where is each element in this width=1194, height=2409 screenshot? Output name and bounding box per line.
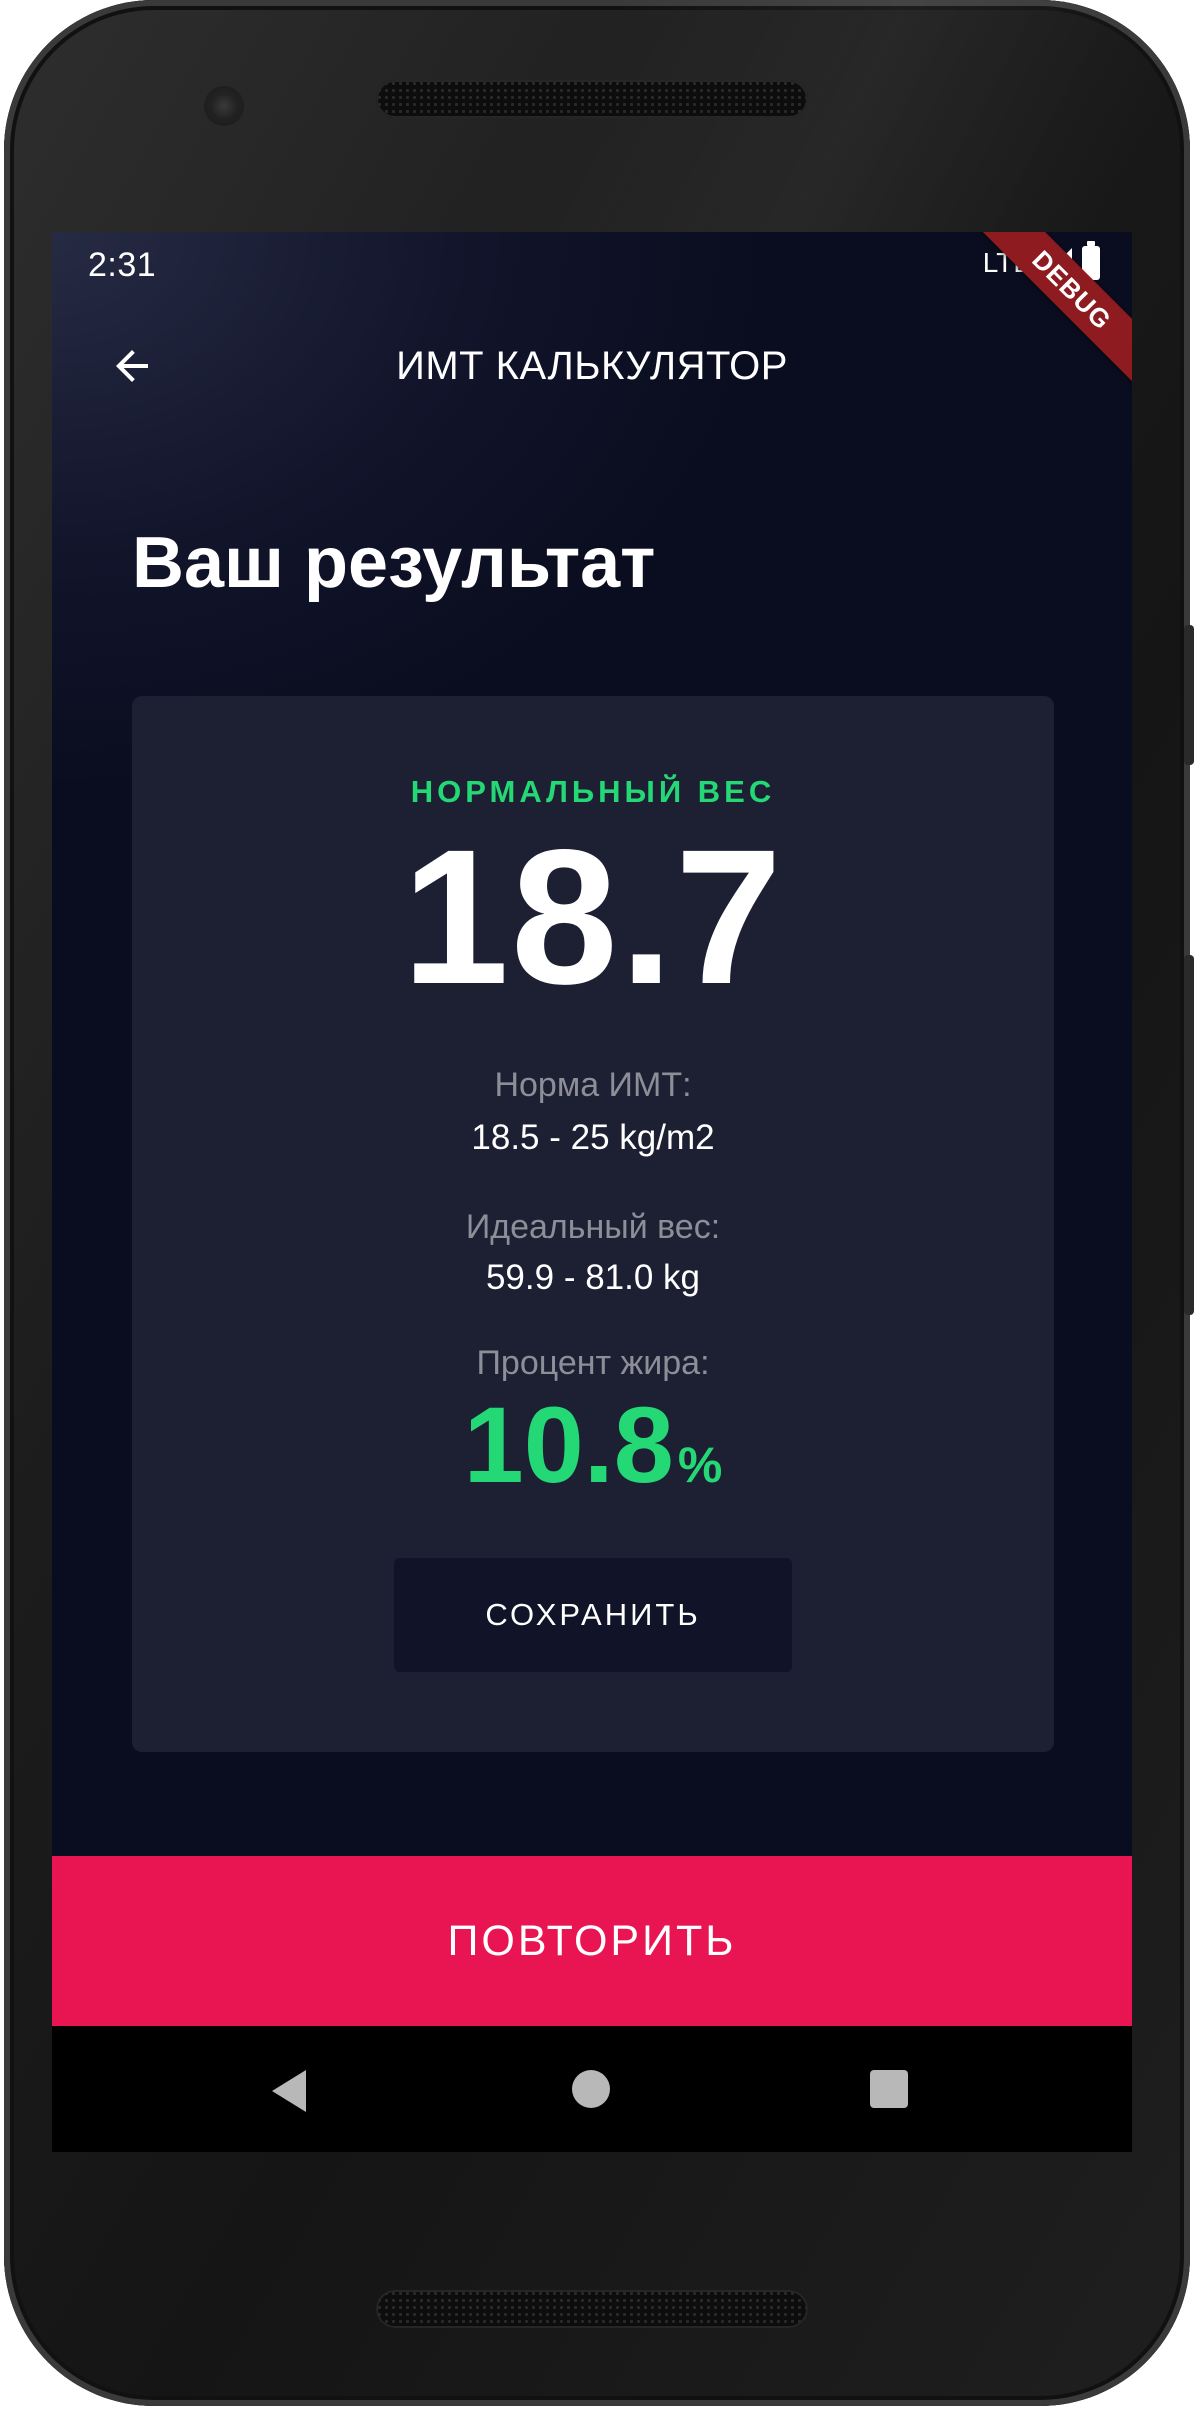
app-bar: ИМТ КАЛЬКУЛЯТОР	[52, 296, 1132, 436]
device-frame: 2:31 LTE DEBUG ИМТ КАЛЬКУЛЯТОР Ваш резул…	[0, 0, 1194, 2409]
bmi-value: 18.7	[402, 809, 784, 1024]
bmi-norm-value: 18.5 - 25 kg/m2	[471, 1118, 715, 1157]
volume-button	[1184, 955, 1194, 1315]
bmi-norm-label: Норма ИМТ:	[494, 1066, 692, 1104]
body-fat-value: 10.8	[463, 1384, 674, 1505]
ideal-weight-label: Идеальный вес:	[465, 1208, 721, 1246]
bmi-status-label: НОРМАЛЬНЫЙ ВЕС	[410, 774, 776, 809]
page-title: Ваш результат	[132, 523, 656, 603]
body-fat-label: Процент жира:	[476, 1344, 710, 1382]
system-nav-bar	[52, 2026, 1132, 2152]
back-button[interactable]	[92, 326, 172, 406]
nav-home-icon[interactable]	[572, 2070, 610, 2108]
status-time: 2:31	[88, 246, 157, 284]
repeat-button[interactable]: ПОВТОРИТЬ	[52, 1856, 1132, 2026]
nav-recents-icon[interactable]	[870, 2070, 908, 2108]
body-fat-unit: %	[677, 1437, 723, 1493]
ideal-weight-value: 59.9 - 81.0 kg	[485, 1258, 701, 1297]
nav-back-icon[interactable]	[272, 2070, 306, 2112]
bottom-speaker	[376, 2290, 808, 2328]
save-button[interactable]: СОХРАНИТЬ	[394, 1558, 792, 1672]
screen: 2:31 LTE DEBUG ИМТ КАЛЬКУЛЯТОР Ваш резул…	[52, 232, 1132, 2152]
status-bar: 2:31 LTE	[52, 232, 1132, 296]
result-card: НОРМАЛЬНЫЙ ВЕС 18.7 Норма ИМТ: 18.5 - 25…	[132, 696, 1054, 1752]
body-fat-row: 10.8 %	[132, 1391, 1054, 1499]
power-button	[1184, 625, 1194, 765]
front-camera	[204, 86, 244, 126]
arrow-left-icon	[116, 350, 148, 382]
app-title: ИМТ КАЛЬКУЛЯТОР	[396, 343, 788, 388]
top-speaker	[376, 80, 808, 118]
